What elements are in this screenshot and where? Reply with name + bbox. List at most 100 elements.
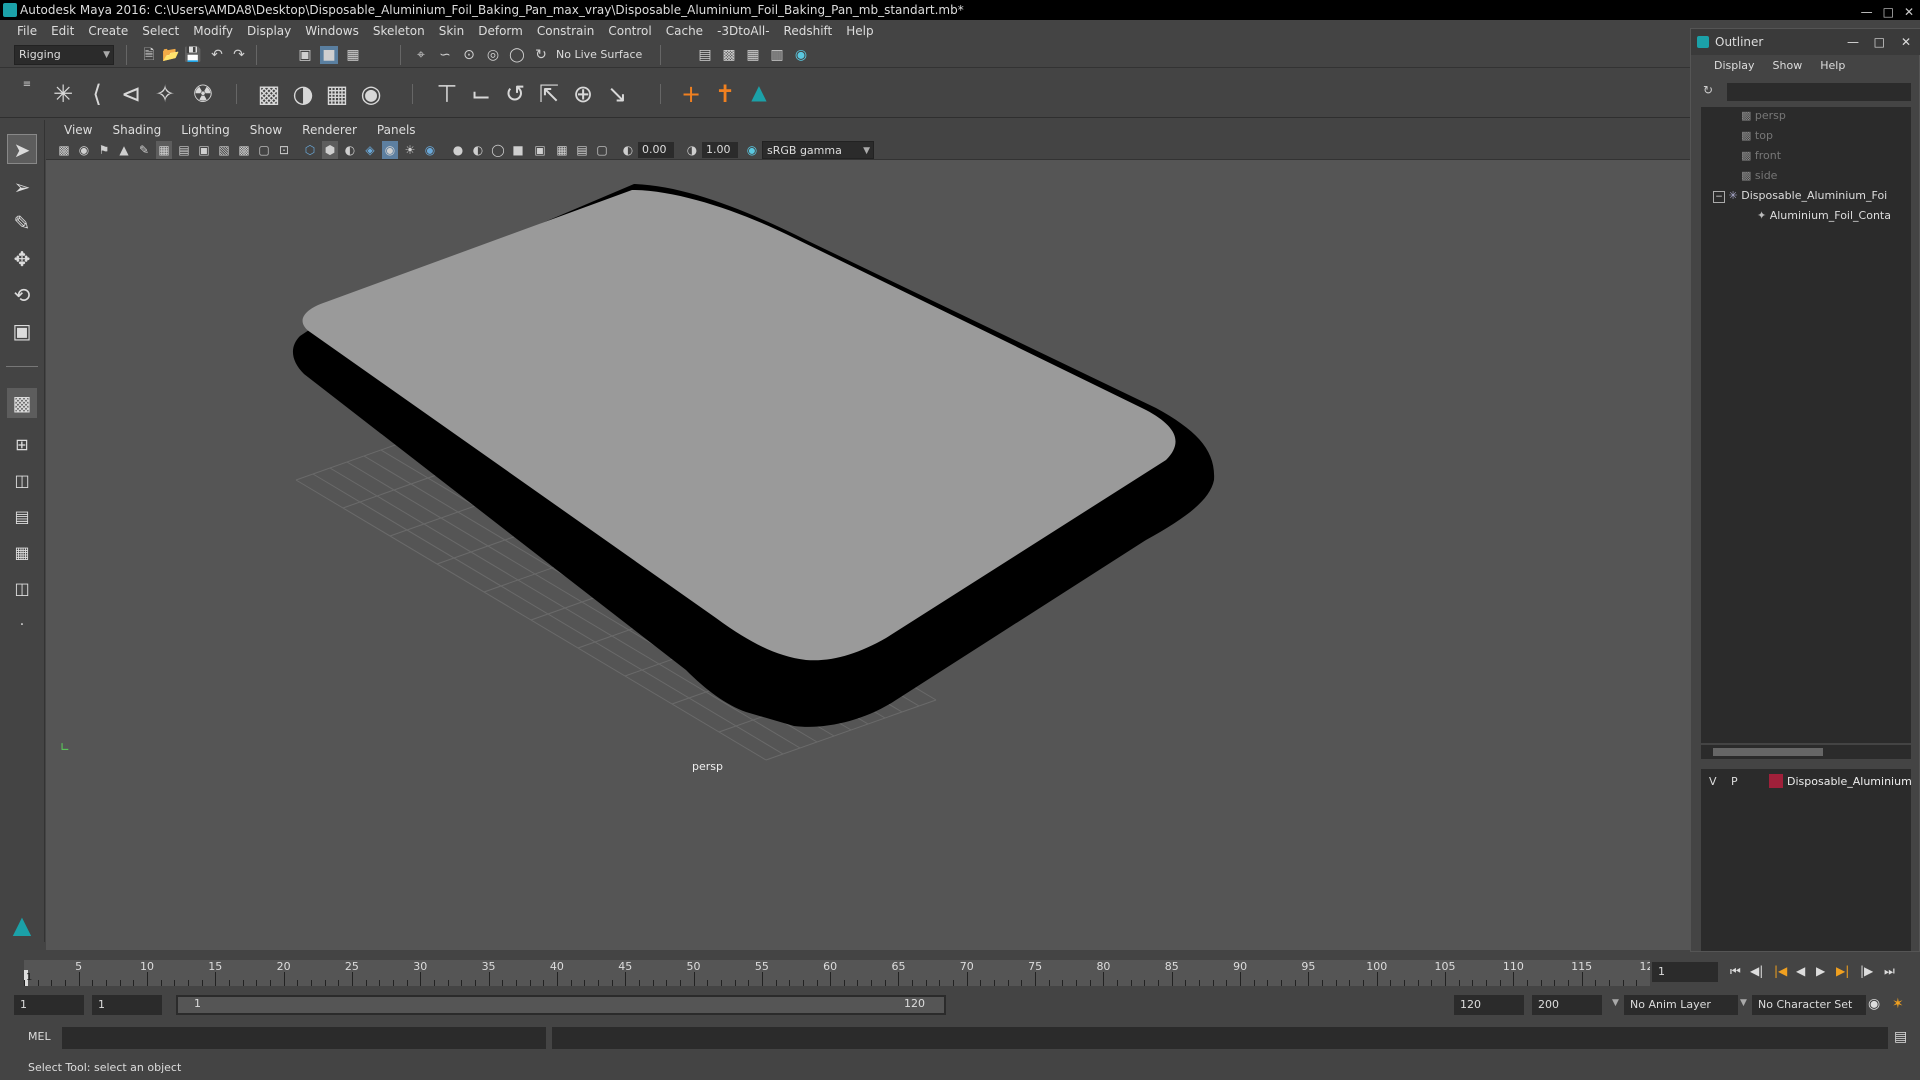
render-settings-icon[interactable]: ▤ <box>696 46 714 64</box>
frame-all-icon[interactable]: ▢ <box>594 141 610 159</box>
gamma-field[interactable]: 1.00 <box>702 142 738 158</box>
wireframe-on-shaded-icon[interactable]: ◐ <box>342 141 358 159</box>
image-plane-icon[interactable]: ▲ <box>116 141 132 159</box>
menu-skeleton[interactable]: Skeleton <box>366 24 432 38</box>
anti-aliasing-icon[interactable]: ◐ <box>470 141 486 159</box>
shelf-options-icon[interactable]: ≡ <box>18 76 36 94</box>
xray-joints-icon[interactable]: ▦ <box>554 141 570 159</box>
menu-select[interactable]: Select <box>135 24 186 38</box>
rotate-tool-icon[interactable]: ⟲ <box>7 280 37 310</box>
snap-grid-icon[interactable]: ⌖ <box>412 46 430 64</box>
viewport-persp[interactable]: persp ∟ <box>46 160 1690 950</box>
maximize-icon[interactable]: □ <box>1874 29 1885 55</box>
lattice-icon[interactable]: ▦ <box>322 79 352 109</box>
control-curve-icon[interactable]: ✝ <box>710 79 740 109</box>
outliner-menu-help[interactable]: Help <box>1811 59 1854 72</box>
camera-select-icon[interactable]: ▩ <box>56 141 72 159</box>
menu-cache[interactable]: Cache <box>659 24 710 38</box>
color-management-icon[interactable]: ◉ <box>744 141 760 159</box>
redo-icon[interactable]: ↷ <box>230 46 248 64</box>
grid-icon[interactable]: ▦ <box>156 141 172 159</box>
hypershade-icon[interactable]: ◉ <box>792 46 810 64</box>
resolution-gate-icon[interactable]: ▣ <box>196 141 212 159</box>
panel-menu-lighting[interactable]: Lighting <box>171 123 240 137</box>
hypershade-layout-icon[interactable]: ◫ <box>7 574 37 604</box>
outliner-item-persp[interactable]: ▩ persp <box>1741 107 1786 125</box>
playback-end-field[interactable]: 120 <box>1454 995 1524 1015</box>
animation-start-field[interactable]: 1 <box>14 995 84 1015</box>
script-editor-icon[interactable]: ▤ <box>1894 1029 1907 1045</box>
scale-tool-icon[interactable]: ▣ <box>7 316 37 346</box>
menu-deform[interactable]: Deform <box>471 24 530 38</box>
snap-view-icon[interactable]: ◎ <box>484 46 502 64</box>
menu-constrain[interactable]: Constrain <box>530 24 602 38</box>
grease-pencil-icon[interactable]: ✎ <box>136 141 152 159</box>
animation-prefs-icon[interactable]: ✶ <box>1892 996 1904 1012</box>
minimize-icon[interactable]: — <box>1847 29 1859 55</box>
locator-icon[interactable]: + <box>676 79 706 109</box>
orient-constraint-icon[interactable]: ↺ <box>500 79 530 109</box>
mel-label[interactable]: MEL <box>28 1030 51 1043</box>
snap-uv-icon[interactable]: ↻ <box>532 46 550 64</box>
range-slider-track[interactable]: 1 120 <box>176 995 946 1015</box>
close-icon[interactable]: ✕ <box>1901 29 1911 55</box>
current-frame-field[interactable]: 1 <box>1652 962 1718 982</box>
auto-key-icon[interactable]: ◉ <box>1868 996 1880 1012</box>
time-slider-bar[interactable]: 1 5 10 15 20 25 30 35 40 45 50 55 60 65 70 75 80 85 90 95 1… <box>24 960 1661 986</box>
select-tool-icon[interactable]: ➤ <box>7 134 37 164</box>
save-scene-icon[interactable]: 💾 <box>184 46 202 64</box>
side-by-side-layout-icon[interactable]: ◫ <box>7 466 37 496</box>
panel-menu-show[interactable]: Show <box>240 123 292 137</box>
snap-point-icon[interactable]: ⊙ <box>460 46 478 64</box>
ambient-occlusion-icon[interactable]: ◉ <box>422 141 438 159</box>
four-view-layout-icon[interactable]: ⊞ <box>7 430 37 460</box>
outliner-search-input[interactable] <box>1727 83 1911 101</box>
scrollbar-thumb[interactable] <box>1713 748 1823 756</box>
exposure-field[interactable]: 0.00 <box>638 142 674 158</box>
parent-constraint-icon[interactable]: ⊤ <box>432 79 462 109</box>
aim-constraint-icon[interactable]: ⊕ <box>568 79 598 109</box>
insert-joint-icon[interactable]: ⟨ <box>82 79 112 109</box>
menu-file[interactable]: File <box>10 24 44 38</box>
joint-tool-icon[interactable]: ✳ <box>48 79 78 109</box>
new-scene-icon[interactable]: 🗎 <box>140 46 158 64</box>
playback-start-field[interactable]: 1 <box>92 995 162 1015</box>
mirror-joint-icon[interactable]: ⊲ <box>116 79 146 109</box>
film-gate-icon[interactable]: ▤ <box>176 141 192 159</box>
point-constraint-icon[interactable]: ⌙ <box>466 79 496 109</box>
menuset-dropdown[interactable]: Rigging ▼ <box>14 45 114 65</box>
outliner-item-mesh[interactable]: ✦ Aluminium_Foil_Conta <box>1757 207 1891 225</box>
anim-layer-dropdown[interactable]: No Anim Layer <box>1624 995 1738 1015</box>
panel-menu-renderer[interactable]: Renderer <box>292 123 367 137</box>
mel-input[interactable] <box>62 1027 546 1049</box>
cluster-icon[interactable]: ◉ <box>356 79 386 109</box>
outliner-menu-show[interactable]: Show <box>1764 59 1812 72</box>
menu-3dtoall[interactable]: -3DtoAll- <box>710 24 776 38</box>
outliner-item-side[interactable]: ▩ side <box>1741 167 1777 185</box>
safe-title-icon[interactable]: ⊡ <box>276 141 292 159</box>
snap-surface-icon[interactable]: ◯ <box>508 46 526 64</box>
textured-icon[interactable]: ◈ <box>362 141 378 159</box>
animation-end-field[interactable]: 200 <box>1532 995 1602 1015</box>
motion-blur-icon[interactable]: ● <box>450 141 466 159</box>
panel-menu-panels[interactable]: Panels <box>367 123 426 137</box>
single-view-layout-icon[interactable]: ▩ <box>7 388 37 418</box>
gate-mask-icon[interactable]: ▧ <box>216 141 232 159</box>
menu-help[interactable]: Help <box>839 24 880 38</box>
chevron-down-icon[interactable]: ▼ <box>1612 998 1619 1008</box>
panel-menu-view[interactable]: View <box>54 123 102 137</box>
layer-playback-toggle[interactable]: P <box>1731 775 1738 788</box>
outliner-menu-display[interactable]: Display <box>1705 59 1764 72</box>
use-all-lights-icon[interactable]: ◉ <box>382 141 398 159</box>
step-back-icon[interactable]: ◀| <box>1750 964 1763 978</box>
play-backwards-icon[interactable]: ◀ <box>1796 964 1805 978</box>
collapse-icon[interactable]: − <box>1713 191 1725 203</box>
xray-icon[interactable]: ▣ <box>532 141 548 159</box>
render-frame-icon[interactable]: ▩ <box>720 46 738 64</box>
outliner-item-front[interactable]: ▩ front <box>1741 147 1781 165</box>
maximize-icon[interactable]: □ <box>1883 2 1894 22</box>
layer-visibility-toggle[interactable]: V <box>1709 775 1717 788</box>
depth-of-field-icon[interactable]: ◯ <box>490 141 506 159</box>
menu-edit[interactable]: Edit <box>44 24 81 38</box>
undo-icon[interactable]: ↶ <box>208 46 226 64</box>
